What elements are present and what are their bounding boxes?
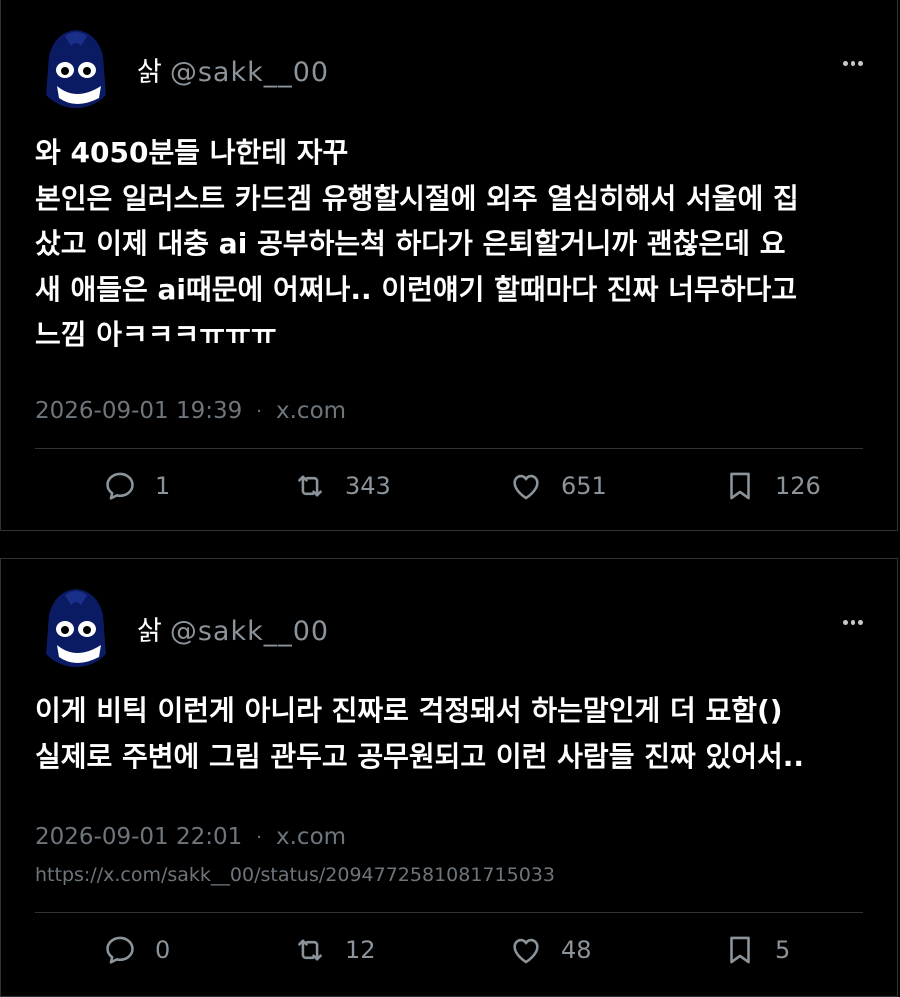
tweet-line: 샀고 이제 대충 ai 공부하는척 하다가 은퇴할거니까 괜찮은데 요 xyxy=(35,227,786,260)
tweet-card[interactable]: 삵 @sakk__00 와 4050분들 나한테 자꾸 본인은 일러스트 카드겜… xyxy=(0,0,898,531)
tweet-text: 이게 비틱 이런게 아니라 진짜로 걱정돼서 하는말인게 더 묘함() 실제로 … xyxy=(35,688,867,779)
like-button[interactable]: 651 xyxy=(509,469,607,503)
reply-button[interactable]: 1 xyxy=(103,469,170,503)
tweet-line: 실제로 주변에 그림 관두고 공무원되고 이런 사람들 진짜 있어서.. xyxy=(35,739,805,773)
source-link[interactable]: x.com xyxy=(276,824,346,850)
tweet-card[interactable]: 삵 @sakk__00 이게 비틱 이런게 아니라 진짜로 걱정돼서 하는말인게… xyxy=(0,558,898,997)
more-icon[interactable] xyxy=(843,617,864,627)
tweet-meta: 2026-09-01 22:01 · x.com xyxy=(35,824,346,850)
divider xyxy=(35,448,863,449)
status-url[interactable]: https://x.com/sakk__00/status/2094772581… xyxy=(35,864,555,886)
user-line[interactable]: 삵 @sakk__00 xyxy=(137,609,329,648)
bookmark-icon xyxy=(730,472,750,500)
like-count: 651 xyxy=(561,472,607,500)
action-bar: 1 343 651 126 xyxy=(1,469,897,509)
like-button[interactable]: 48 xyxy=(509,933,592,967)
reply-count: 1 xyxy=(155,472,171,500)
avatar[interactable] xyxy=(35,585,117,667)
heart-icon xyxy=(513,938,539,964)
bookmark-button[interactable]: 5 xyxy=(723,933,790,967)
display-name[interactable]: 삵 xyxy=(137,609,162,648)
reply-count: 0 xyxy=(155,936,171,964)
more-icon[interactable] xyxy=(843,58,864,68)
tweet-meta: 2026-09-01 19:39 · x.com xyxy=(35,398,346,424)
reply-button[interactable]: 0 xyxy=(103,933,170,967)
handle[interactable]: @sakk__00 xyxy=(170,616,329,647)
separator: · xyxy=(256,826,262,848)
tweet-text: 와 4050분들 나한테 자꾸 본인은 일러스트 카드겜 유행할시절에 외주 열… xyxy=(35,130,867,358)
bookmark-icon xyxy=(730,936,750,964)
bookmark-count: 5 xyxy=(775,936,791,964)
repost-button[interactable]: 343 xyxy=(293,469,391,503)
reply-icon xyxy=(106,472,134,500)
timestamp[interactable]: 2026-09-01 22:01 xyxy=(35,824,242,850)
tweet-line: 새 애들은 ai때문에 어쩌나.. 이런얘기 할때마다 진짜 너무하다고 xyxy=(35,272,798,306)
timestamp[interactable]: 2026-09-01 19:39 xyxy=(35,398,242,424)
separator: · xyxy=(256,400,262,422)
action-bar: 0 12 48 5 xyxy=(1,933,897,973)
repost-icon xyxy=(298,475,322,497)
reply-icon xyxy=(106,936,134,964)
tweet-line: 느낌 아ㅋㅋㅋㅠㅠㅠ xyxy=(35,318,277,351)
bookmark-count: 126 xyxy=(775,472,821,500)
user-line[interactable]: 삵 @sakk__00 xyxy=(137,50,329,89)
repost-count: 12 xyxy=(345,936,376,964)
source-link[interactable]: x.com xyxy=(276,398,346,424)
tweet-line: 와 4050분들 나한테 자꾸 xyxy=(35,136,349,169)
divider xyxy=(35,912,863,913)
handle[interactable]: @sakk__00 xyxy=(170,57,329,88)
like-count: 48 xyxy=(561,936,592,964)
avatar[interactable] xyxy=(35,26,117,108)
repost-icon xyxy=(298,939,322,961)
card-gap xyxy=(0,531,900,558)
repost-button[interactable]: 12 xyxy=(293,933,376,967)
tweet-line: 이게 비틱 이런게 아니라 진짜로 걱정돼서 하는말인게 더 묘함() xyxy=(35,694,783,727)
heart-icon xyxy=(513,474,539,500)
display-name[interactable]: 삵 xyxy=(137,50,162,89)
repost-count: 343 xyxy=(345,472,391,500)
tweet-line: 본인은 일러스트 카드겜 유행할시절에 외주 열심히해서 서울에 집 xyxy=(35,181,799,215)
bookmark-button[interactable]: 126 xyxy=(723,469,821,503)
